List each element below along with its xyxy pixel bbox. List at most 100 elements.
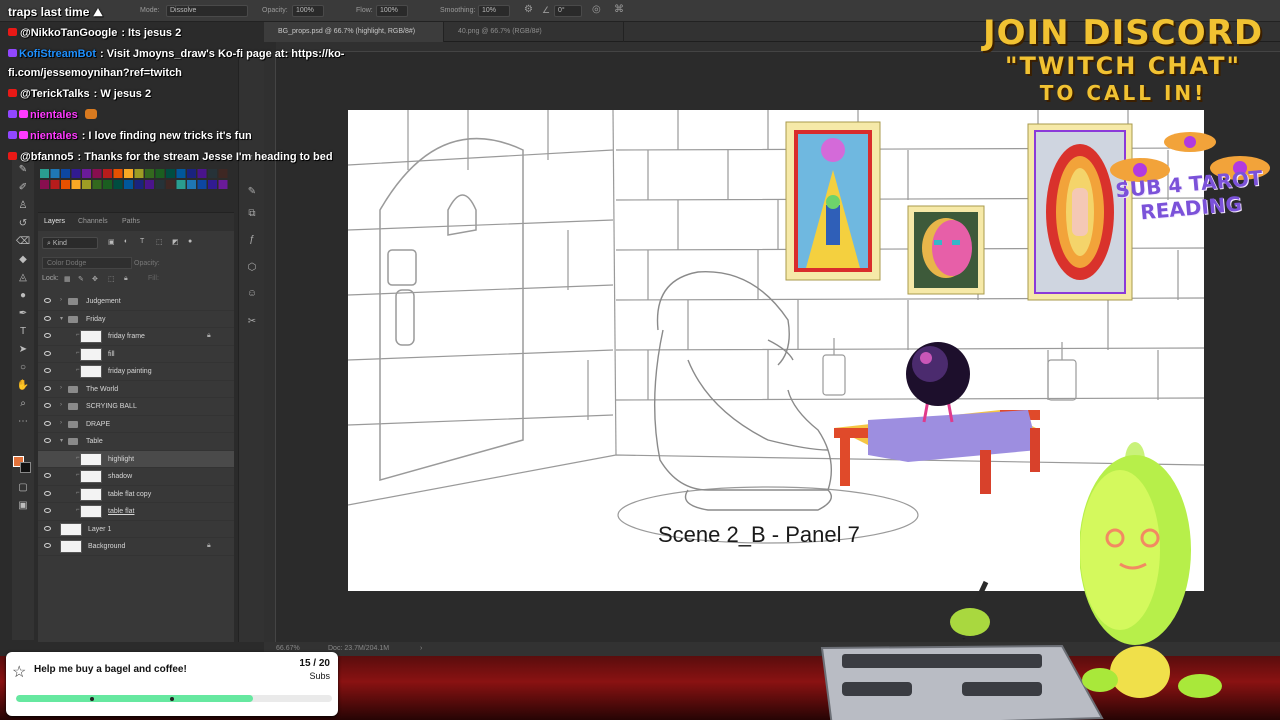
- history-brush-icon[interactable]: ↺: [16, 218, 30, 230]
- visibility-eye-icon[interactable]: [44, 333, 51, 338]
- visibility-eye-icon[interactable]: [44, 490, 51, 496]
- eraser-tool-icon[interactable]: ⌫: [16, 236, 30, 248]
- chevron-right-icon[interactable]: ›: [60, 420, 62, 426]
- stamp-tool-icon[interactable]: ♙: [16, 200, 30, 212]
- bucket-tool-icon[interactable]: ◆: [16, 254, 30, 266]
- zoom-readout[interactable]: 66.67%: [276, 645, 300, 652]
- color-swatch: [166, 180, 175, 189]
- doc-tab-40-png[interactable]: 40.png @ 66.7% (RGB/8#): [444, 22, 624, 42]
- chevron-down-icon[interactable]: ▾: [60, 437, 63, 444]
- visibility-eye-icon[interactable]: [44, 438, 51, 443]
- layer-row[interactable]: Background 🔒︎: [38, 538, 234, 556]
- pen-tool-icon[interactable]: ✒: [16, 308, 30, 320]
- filter-type-icon[interactable]: T: [140, 238, 144, 245]
- layer-name: Judgement: [86, 298, 121, 305]
- visibility-eye-icon[interactable]: [44, 350, 51, 356]
- more-tools-icon[interactable]: ⋯: [16, 416, 30, 428]
- tab-layers[interactable]: Layers: [44, 218, 65, 225]
- brush-settings-icon[interactable]: ✎: [245, 186, 259, 200]
- layer-row[interactable]: ⌐ fill: [38, 346, 234, 363]
- background-color-swatch[interactable]: [20, 462, 31, 473]
- layer-name: highlight: [108, 455, 135, 463]
- layer-row[interactable]: › SCRYING BALL: [38, 398, 234, 416]
- color-swatch: [176, 180, 186, 189]
- filter-toggle-icon[interactable]: ●: [188, 238, 192, 245]
- visibility-eye-icon[interactable]: [44, 403, 51, 408]
- layer-row[interactable]: ⌐ table flat copy: [38, 486, 234, 503]
- visibility-eye-icon[interactable]: [44, 525, 51, 531]
- layer-row[interactable]: ⌐ friday painting: [38, 363, 234, 381]
- layer-row[interactable]: ⌐ shadow: [38, 468, 234, 486]
- visibility-eye-icon[interactable]: [44, 543, 51, 548]
- tools-cross-icon[interactable]: ✂: [245, 316, 259, 330]
- lock-artboard-icon[interactable]: ⬚: [108, 275, 115, 283]
- blend-mode-select[interactable]: Color Dodge: [42, 257, 132, 269]
- visibility-eye-icon[interactable]: [44, 420, 51, 426]
- status-arrow-icon[interactable]: ›: [420, 645, 422, 652]
- brush2-tool-icon[interactable]: ✐: [16, 182, 30, 194]
- path-select-icon[interactable]: ➤: [16, 344, 30, 356]
- chat-username[interactable]: @NikkoTanGoogle: [20, 27, 117, 39]
- visibility-eye-icon[interactable]: [44, 298, 51, 303]
- layer-filter-kind[interactable]: ⌕ Kind: [42, 237, 98, 249]
- zoom-tool-icon[interactable]: ⌕: [16, 398, 30, 410]
- filter-pixel-icon[interactable]: ▣: [108, 238, 115, 246]
- lock-move-icon[interactable]: ✥: [92, 275, 98, 283]
- chevron-right-icon[interactable]: ›: [60, 297, 62, 303]
- clone-source-icon[interactable]: ⧉: [245, 208, 259, 222]
- chevron-right-icon[interactable]: ›: [60, 385, 62, 391]
- chevron-down-icon[interactable]: ▾: [60, 315, 63, 322]
- clip-link-icon: ⌐: [76, 349, 80, 356]
- twitch-badge-icon: [8, 131, 17, 139]
- filter-smart-icon[interactable]: ◩: [172, 238, 179, 246]
- chat-username[interactable]: KofiStreamBot: [19, 48, 96, 60]
- chat-username[interactable]: nientales: [30, 109, 78, 121]
- quick-mask-icon[interactable]: ▢: [16, 482, 30, 494]
- visibility-eye-icon[interactable]: [44, 385, 51, 391]
- paths-icon[interactable]: ⬡: [245, 262, 259, 276]
- screen-mode-icon[interactable]: ▣: [16, 500, 30, 512]
- color-swatch: [218, 180, 228, 189]
- layer-row[interactable]: › Judgement: [38, 293, 234, 311]
- fx-icon[interactable]: ƒ: [245, 234, 259, 248]
- gear-icon[interactable]: ⚙: [524, 4, 533, 15]
- hand-tool-icon[interactable]: ✋: [16, 380, 30, 392]
- layer-row[interactable]: ⌐ friday frame 🔒︎: [38, 328, 234, 346]
- lock-all-icon[interactable]: 🔒︎: [124, 275, 128, 283]
- visibility-eye-icon[interactable]: [44, 315, 51, 321]
- visibility-eye-icon[interactable]: [44, 508, 51, 513]
- chat-username[interactable]: nientales: [30, 130, 78, 142]
- layer-row[interactable]: ▾ Friday: [38, 311, 234, 328]
- visibility-eye-icon[interactable]: [44, 368, 51, 373]
- canvas[interactable]: Scene 2_B - Panel 7: [348, 110, 1204, 591]
- chat-username[interactable]: @bfanno5: [20, 151, 74, 163]
- lock-pixels-icon[interactable]: ▦: [64, 275, 71, 283]
- layer-row[interactable]: ▾ Table: [38, 433, 234, 451]
- layer-row[interactable]: ⌐ highlight: [38, 450, 234, 468]
- smoothing-field[interactable]: 10%: [478, 5, 510, 17]
- filter-adjust-icon[interactable]: ◐: [124, 238, 128, 245]
- type-tool-icon[interactable]: T: [16, 326, 30, 338]
- clip-link-icon: ⌐: [76, 472, 80, 478]
- tab-paths[interactable]: Paths: [122, 218, 140, 225]
- person-icon[interactable]: ☺: [245, 288, 259, 302]
- chevron-right-icon[interactable]: ›: [60, 402, 62, 408]
- visibility-eye-icon[interactable]: [44, 473, 51, 478]
- chat-username[interactable]: @TerickTalks: [20, 88, 90, 100]
- symmetry-icon[interactable]: ⌘: [614, 4, 624, 15]
- color-swatch: [218, 169, 228, 178]
- layer-row[interactable]: › The World: [38, 381, 234, 398]
- color-swatch: [92, 169, 102, 178]
- layer-row[interactable]: Layer 1: [38, 521, 234, 538]
- tab-channels[interactable]: Channels: [78, 218, 108, 225]
- emote-icon: [84, 109, 97, 119]
- shape-tool-icon[interactable]: ○: [16, 362, 30, 374]
- lock-brush-icon[interactable]: ✎: [78, 275, 84, 283]
- layer-row[interactable]: › DRAPE: [38, 416, 234, 433]
- angle-field[interactable]: 0°: [554, 5, 582, 17]
- blur-tool-icon[interactable]: ◬: [16, 272, 30, 284]
- dodge-tool-icon[interactable]: ●: [16, 290, 30, 302]
- pressure-icon[interactable]: ◎: [592, 4, 601, 15]
- filter-shape-icon[interactable]: ⬚: [156, 238, 163, 246]
- layer-row[interactable]: ⌐ table flat: [38, 503, 234, 521]
